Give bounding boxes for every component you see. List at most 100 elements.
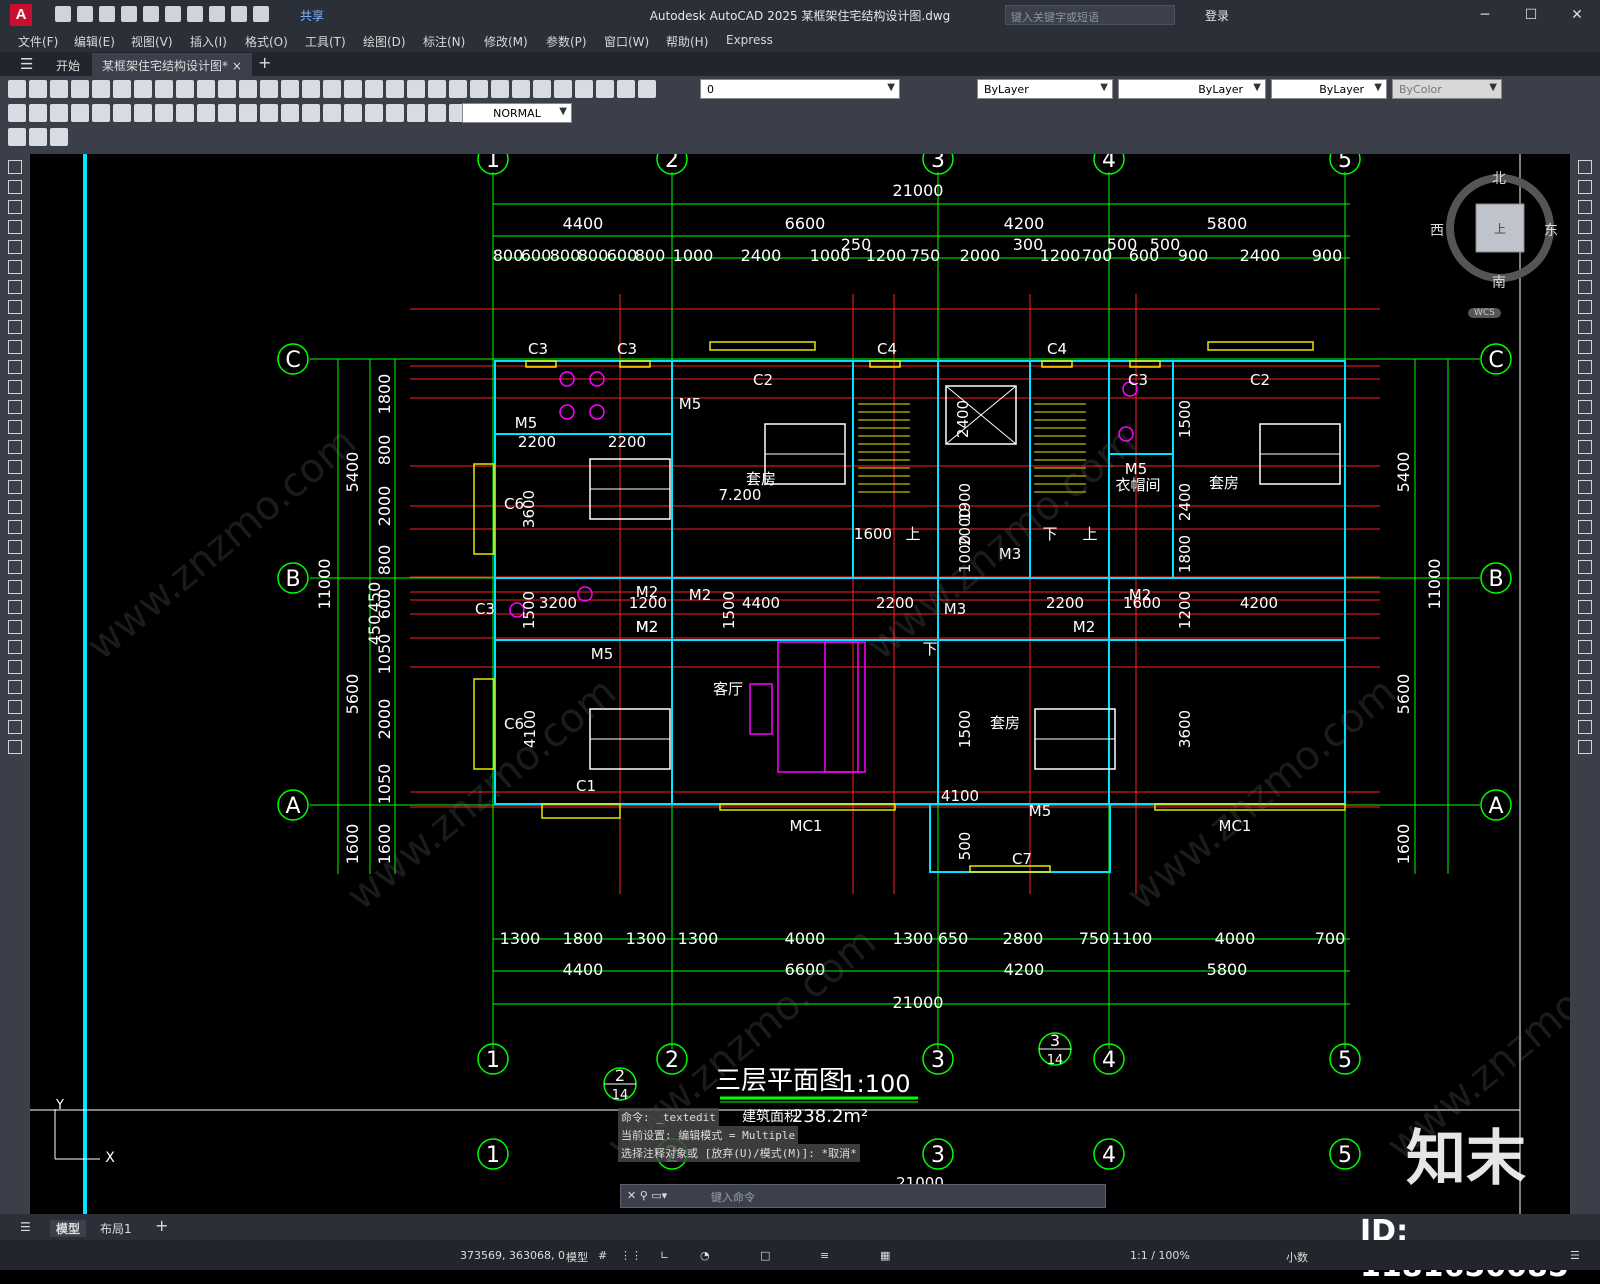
modify-tool-icon[interactable] (1578, 340, 1592, 354)
dimension-tool-icon[interactable] (302, 104, 320, 122)
draw-tool-icon[interactable] (8, 160, 22, 174)
standard-tool-icon[interactable] (260, 80, 278, 98)
standard-tool-icon[interactable] (197, 80, 215, 98)
close-button[interactable]: ✕ (1554, 0, 1600, 30)
standard-tool-icon[interactable] (470, 80, 488, 98)
osnap-icon[interactable]: □ (760, 1249, 770, 1262)
menu-item-5[interactable]: 工具(T) (305, 33, 346, 50)
modify-tool-icon[interactable] (1578, 400, 1592, 414)
standard-tool-icon[interactable] (596, 80, 614, 98)
command-input[interactable]: 键入命令 (711, 1189, 755, 1205)
standard-tool-icon[interactable] (155, 80, 173, 98)
compass-south[interactable]: 南 (1492, 272, 1506, 292)
menu-item-1[interactable]: 编辑(E) (74, 33, 115, 50)
modify-tool-icon[interactable] (1578, 260, 1592, 274)
plotstyle-dropdown[interactable]: ByColor ▼ (1392, 79, 1502, 99)
draw-tool-icon[interactable] (8, 200, 22, 214)
modify-tool-icon[interactable] (1578, 180, 1592, 194)
menu-item-6[interactable]: 绘图(D) (363, 33, 406, 50)
modify-tool-icon[interactable] (1578, 500, 1592, 514)
standard-tool-icon[interactable] (386, 80, 404, 98)
layout-menu-icon[interactable]: ☰ (20, 1220, 31, 1234)
standard-tool-icon[interactable] (8, 80, 26, 98)
dimension-tool-icon[interactable] (92, 104, 110, 122)
modify-tool-icon[interactable] (1578, 240, 1592, 254)
dimension-tool-icon[interactable] (197, 104, 215, 122)
standard-tool-icon[interactable] (50, 80, 68, 98)
save-as-icon[interactable] (121, 6, 137, 22)
modify-tool-icon[interactable] (1578, 640, 1592, 654)
modify-tool-icon[interactable] (1578, 160, 1592, 174)
dim-style-dropdown[interactable]: NORMAL ▼ (462, 103, 572, 123)
dimension-tool-icon[interactable] (260, 104, 278, 122)
drawing-canvas[interactable]: YX111222333444555CCBBAA21000210004400440… (30, 154, 1570, 1214)
modify-tool-icon[interactable] (1578, 560, 1592, 574)
minimize-button[interactable]: ─ (1462, 0, 1508, 30)
draw-tool-icon[interactable] (8, 320, 22, 334)
menu-hamburger-icon[interactable]: ☰ (20, 55, 33, 73)
dimension-tool-icon[interactable] (29, 104, 47, 122)
standard-tool-icon[interactable] (449, 80, 467, 98)
menu-item-7[interactable]: 标注(N) (423, 33, 465, 50)
ortho-icon[interactable]: ∟ (660, 1249, 669, 1262)
dimension-tool-icon[interactable] (428, 104, 446, 122)
modify-tool-icon[interactable] (1578, 480, 1592, 494)
tab-start[interactable]: 开始 (46, 53, 90, 76)
tab-close-icon[interactable]: × (232, 59, 242, 73)
menu-item-12[interactable]: Express (726, 33, 773, 47)
draw-tool-icon[interactable] (8, 260, 22, 274)
standard-tool-icon[interactable] (92, 80, 110, 98)
linetype-dropdown[interactable]: ByLayer ▼ (1118, 79, 1266, 99)
standard-tool-icon[interactable] (533, 80, 551, 98)
new-file-icon[interactable] (55, 6, 71, 22)
login-button[interactable]: 登录 (1205, 7, 1229, 24)
tab-model[interactable]: 模型 (50, 1220, 87, 1237)
command-line[interactable]: ✕ ⚲ ▭▾ 键入命令 (620, 1184, 1106, 1208)
redo-icon[interactable] (231, 6, 247, 22)
dimension-tool-icon[interactable] (407, 104, 425, 122)
plot-icon[interactable] (187, 6, 203, 22)
modify-tool-icon[interactable] (1578, 520, 1592, 534)
standard-tool-icon[interactable] (575, 80, 593, 98)
standard-tool-icon[interactable] (428, 80, 446, 98)
standard-tool-icon[interactable] (239, 80, 257, 98)
customize-icon[interactable]: ☰ (1570, 1249, 1580, 1262)
units-setting[interactable]: 小数 (1286, 1249, 1308, 1265)
snap-icon[interactable]: ⋮⋮ (620, 1249, 642, 1262)
draw-tool-icon[interactable] (8, 300, 22, 314)
modify-tool-icon[interactable] (1578, 300, 1592, 314)
draw-tool-icon[interactable] (8, 480, 22, 494)
dimension-tool-icon[interactable] (155, 104, 173, 122)
draw-tool-icon[interactable] (8, 340, 22, 354)
web-save-icon[interactable] (143, 6, 159, 22)
draw-tool-icon[interactable] (8, 280, 22, 294)
annotation-scale[interactable]: 1:1 / 100% (1130, 1249, 1190, 1262)
draw-tool-icon[interactable] (8, 420, 22, 434)
draw-tool-icon[interactable] (8, 500, 22, 514)
modify-tool-icon[interactable] (1578, 280, 1592, 294)
open-file-icon[interactable] (77, 6, 93, 22)
modify-tool-icon[interactable] (1578, 720, 1592, 734)
standard-tool-icon[interactable] (407, 80, 425, 98)
draw-tool-icon[interactable] (8, 240, 22, 254)
dimension-tool-icon[interactable] (71, 104, 89, 122)
menu-item-10[interactable]: 窗口(W) (604, 33, 649, 50)
standard-tool-icon[interactable] (29, 80, 47, 98)
standard-tool-icon[interactable] (218, 80, 236, 98)
menu-item-0[interactable]: 文件(F) (18, 33, 58, 50)
share-drawing-icon[interactable] (165, 6, 181, 22)
standard-tool-icon[interactable] (344, 80, 362, 98)
draw-tool-icon[interactable] (8, 220, 22, 234)
modify-tool-icon[interactable] (1578, 660, 1592, 674)
viewcube[interactable]: 上 北 南 东 西 WCS (1430, 168, 1560, 318)
polar-icon[interactable]: ◔ (700, 1249, 710, 1262)
compass-north[interactable]: 北 (1492, 168, 1506, 188)
extra-tool-icon[interactable] (50, 128, 68, 146)
tab-layout1[interactable]: 布局1 (100, 1220, 132, 1237)
menu-item-4[interactable]: 格式(O) (245, 33, 288, 50)
modify-tool-icon[interactable] (1578, 600, 1592, 614)
draw-tool-icon[interactable] (8, 180, 22, 194)
extra-tool-icon[interactable] (8, 128, 26, 146)
maximize-button[interactable]: ☐ (1508, 0, 1554, 30)
new-tab-button[interactable]: + (258, 53, 271, 72)
